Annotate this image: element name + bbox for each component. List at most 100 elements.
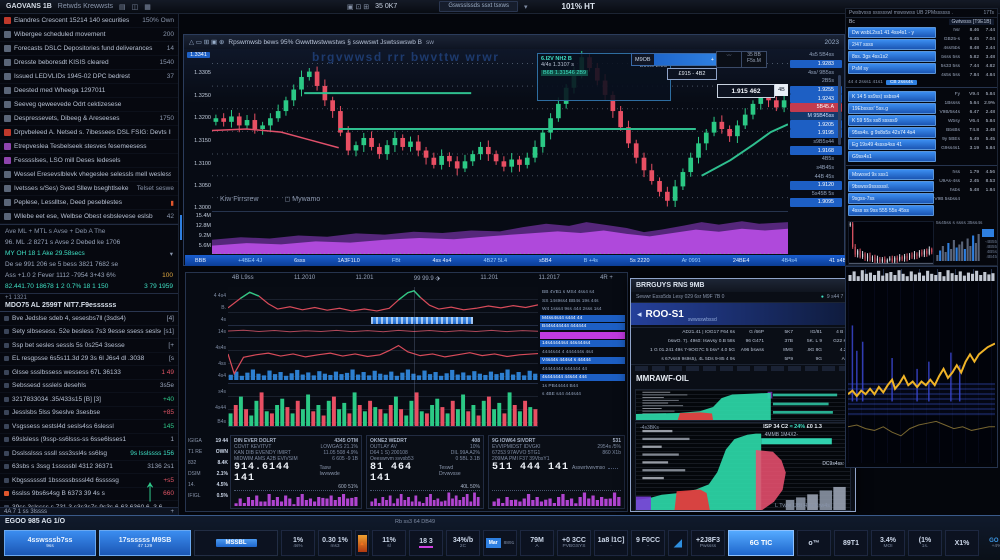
table-row[interactable]: AD21.41 | IOG17 F64 6sG /66P5K7IG/814 B … (631, 328, 855, 337)
pane-1[interactable] (228, 287, 538, 325)
legend-row[interactable]: V4s44s 444s4 s 44444 (540, 357, 625, 364)
taskbar-cell[interactable]: 9 F0CC - (631, 530, 665, 556)
candlestick-plot[interactable]: 6.I2V NH2 B 4/4s 1.3107 s B6B 1.31546 2B… (212, 51, 788, 207)
taskbar-cell[interactable]: Mar 8891 (483, 530, 517, 556)
watchlist-row[interactable]: Wibergee scheduled movement 200 (0, 28, 178, 42)
taskbar-cell[interactable]: o™ (797, 530, 831, 556)
depth-chart-lower[interactable]: ISP 34 C2 ≈ 24% £0 1.3 4MMB 1M4X2- DC9s4… (635, 422, 851, 511)
watchlist-row[interactable]: Wllebe eet ese, Welbse Obest esbslevese … (0, 210, 178, 224)
watchlist-row[interactable]: Etrepveslea Tesbelseek stesves fesemeese… (0, 140, 178, 154)
detail-row[interactable]: Vsgssess sestsl4d sesls4ss 6slessl 145 (0, 420, 178, 434)
detail-row[interactable]: Ssp bet sesles sessls 5s 0s254 3sesse [+ (0, 339, 178, 353)
taskbar-cell[interactable]: (1% 1s. (908, 530, 942, 556)
detail-row[interactable]: Dsslsslsss sssll sss3ssl4s ss6lsg 9s lss… (0, 447, 178, 461)
taskbar-cell[interactable]: 11% sl (372, 530, 406, 556)
order-button[interactable]: 19Ebssss' 5ss.g (848, 103, 936, 114)
legend-row[interactable]: 1s PB44444 B44 (540, 383, 625, 390)
detail-row[interactable]: 3217833034 .35/433s15 [B] [3] +40 (0, 393, 178, 407)
table-row[interactable]: bswO. 7). 49s0: Iswvsy 0.B 58s96 G47137B… (631, 337, 855, 346)
watchlist-row[interactable]: Drpvbeleed A. Netsed s. 7ibessees DSL FS… (0, 126, 178, 140)
order-button[interactable]: 9sgss-7ss (848, 193, 934, 204)
timeline-bar[interactable]: BBB+4BE4 4J6sss1A3F1L0FBt4ss 4s44B27 5L4… (185, 255, 863, 266)
axis-scrollbar[interactable] (838, 75, 841, 145)
pane-3[interactable] (228, 383, 538, 427)
legend-row[interactable] (540, 332, 625, 339)
taskbar-cell[interactable]: MSSBL (194, 530, 278, 556)
order-button[interactable]: Dw wsbL2ss1 41 4ss4s1 - y (848, 27, 936, 38)
price-box-button[interactable]: 4B (775, 84, 788, 96)
mini-window-header[interactable]: M9OB + (631, 53, 717, 66)
layout-icon[interactable]: ▤ (119, 3, 126, 11)
order-button[interactable]: 9bswss9ssssssl. (848, 181, 934, 192)
taskbar-cell[interactable]: +2J8F3 Pwssss (691, 530, 725, 556)
watchlist-row[interactable]: Forecasts DSLC Depositories fund deliver… (0, 42, 178, 56)
taskbar-cell[interactable]: 1a8 l1C] - (594, 530, 628, 556)
legend-row[interactable]: s 4BE s44 444s44 (540, 391, 625, 398)
menu-items[interactable]: Retwds Krewwsts (58, 3, 113, 10)
detail-row[interactable]: 69slsless (9ssp-ss6lsss-ss 6sse6lsses1 1 (0, 434, 178, 448)
taskbar-cell[interactable]: +0 3CC PVBGSYS (557, 530, 591, 556)
taskbar-cell[interactable]: 4sswsssb7ss 9ss (4, 530, 96, 556)
selection-range-bar[interactable] (371, 317, 473, 324)
taskbar-cell[interactable]: 17ssssss M9SB 47 129 (99, 530, 191, 556)
legend-row[interactable]: M4ss4s44 s444 44 (540, 315, 625, 322)
legend-row[interactable]: BB 4VB1 s MS4 4ss4 s4 (540, 289, 625, 296)
taskbar-cell[interactable]: 18 3 (409, 530, 443, 556)
selected-cell[interactable] (982, 229, 994, 237)
legend-row[interactable]: SS 14s9ss4 BB4s 19s 44s (540, 298, 625, 305)
window-icons[interactable]: △ ▭ ⊞ ▣ ⊕ (189, 38, 224, 46)
taskbar-cell[interactable]: 79M A (520, 530, 554, 556)
detail-row[interactable]: Bve Jedslse sdeb 4, sesesbs7ll (3sds4) [… (0, 312, 178, 326)
order-button[interactable]: 2/47 ssss (848, 39, 936, 50)
order-button[interactable]: K 14 5 ss9ss) ssbss4 (848, 91, 936, 102)
watchlist-row[interactable]: Dresste beboresdt KISIS cleared 1540 (0, 56, 178, 70)
watchlist-row[interactable]: Issued LEDVLIDs 1945-02 DPC bedrest 37 (0, 70, 178, 84)
order-button[interactable]: 8ss. 3gs 4ss1s2 (848, 51, 936, 62)
detail-row[interactable]: EL resgpsse 6s5s11.3d 29 3s 6l J6s4 dl .… (0, 353, 178, 367)
popup-titlebar[interactable]: BRRGUYS RNS 9MB (631, 279, 855, 292)
taskbar-cell[interactable]: X1% (945, 530, 979, 556)
legend-row[interactable]: 4444s44 4 444444s 4s4 (540, 349, 625, 356)
order-button[interactable]: Eg 19s49 4ssss4ss 41 (848, 139, 936, 150)
toolbar-icons[interactable]: ▣ ⊡ ⊞ (347, 3, 369, 11)
taskbar-cell[interactable]: GO sm +4%s4 (982, 530, 1000, 556)
taskbar-cell[interactable]: 6G TIC (728, 530, 794, 556)
order-button[interactable]: 95ss4s. g 9s8s5s 42s74 4s4 (848, 127, 936, 138)
legend-row[interactable]: W4 1sss4 9ss 444 2sss 1s4 (540, 306, 625, 313)
caret-down-icon[interactable]: ▾ (524, 3, 528, 11)
detail-row[interactable]: Sebssesd ssslels desehls 3s5e (0, 380, 178, 394)
table-row[interactable]: 1 G 01.241 49s 7-9OG7C 5 bsv* 4.0 5GA96 … (631, 346, 855, 355)
taskbar-cell[interactable]: ◢ (668, 530, 688, 556)
watchlist-row[interactable]: Ivetsses s/Ses) Sved Sllew bseghtlseke T… (0, 182, 178, 196)
group1-chip[interactable]: CB 2sss4s (886, 80, 917, 85)
order-button[interactable]: K 59 55s ss8 sssss9 (848, 115, 936, 126)
detail-row[interactable]: Jesslsbs 5lss 9seslve 3sesbse +85 (0, 407, 178, 421)
sidebar-scrollbar[interactable]: 4A 7 1 ss 3lssss + (0, 507, 178, 515)
table-row[interactable]: s 67vss9 9s9s5), 4L 5Ds 9-85 4 9s5P99GAL… (631, 355, 855, 364)
popup-scroll-chips[interactable] (635, 366, 851, 371)
watchlist-row[interactable]: Despressevets, Dibeeg & Areseeses 1750 (0, 112, 178, 126)
taskbar-cell[interactable]: 0.30 1% ms3 (318, 530, 352, 556)
taskbar-cell[interactable]: 89T1 (834, 530, 868, 556)
split-icon[interactable]: ◫ (132, 3, 139, 11)
order-button[interactable]: 4sss ss 9ss 555 55s 45ss (848, 205, 934, 216)
taskbar-cell[interactable]: 1% 4s% (281, 530, 315, 556)
chart-titlebar[interactable]: △ ▭ ⊞ ▣ ⊕ Rpswmwsb bews 95% Gwwttwstwwst… (184, 35, 844, 49)
order-button[interactable]: PsM sy (848, 63, 936, 74)
popup-toolbar[interactable]: Sewwr Esss5ds Lesy 029 6sr M9F 7B 0 ● 9 … (631, 292, 855, 303)
taskbar-cell[interactable]: ▴ (355, 530, 369, 556)
legend-row[interactable]: 44444444 s44444 44 (540, 366, 625, 373)
watchlist-row[interactable]: Seeveg qeweevede Odrt cektizesese (0, 98, 178, 112)
watchlist-row[interactable]: Fesssslses, LSO mill Deses Iedesels (0, 154, 178, 168)
detail-row[interactable]: Sety slbsesess. 52e besless 7s3 9esse ss… (0, 326, 178, 340)
watchlist-row[interactable]: Peplese, Lesslltse, Deed peseblestes ▮ (0, 196, 178, 210)
taskbar-cell[interactable]: 3.4% MOI (871, 530, 905, 556)
order-button[interactable]: G9ss4s1 (848, 151, 936, 162)
watchlist-row[interactable]: Elandres Crescent 15214 140 securities 1… (0, 14, 178, 28)
order-button[interactable]: Mswsvd 9s sss1 (848, 169, 934, 180)
taskbar-cell[interactable]: 34%/b 2C (446, 530, 480, 556)
price-alert-chip[interactable]: £915 - 4B2 (667, 68, 717, 80)
symbol-pill-button[interactable]: Gswsslssds ssxt tsxws (439, 1, 518, 12)
depth-chart-upper[interactable] (635, 389, 851, 421)
legend-row[interactable]: 4s444444 44s44 444 (540, 374, 625, 381)
